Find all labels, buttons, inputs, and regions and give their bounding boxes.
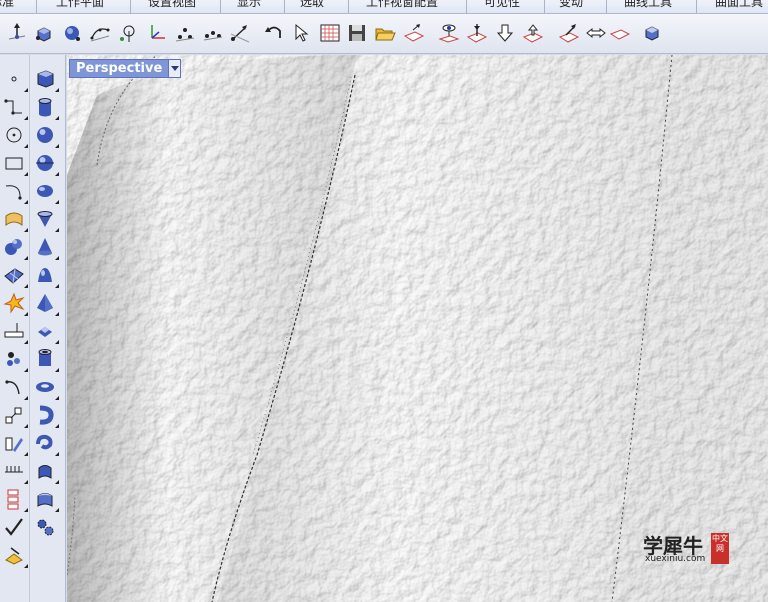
mesh-icon[interactable]: [2, 263, 28, 288]
tab-divider: [284, 0, 285, 13]
tab-transform[interactable]: 变动: [559, 0, 583, 9]
tab-divider: [544, 0, 545, 13]
viewport-title-tab[interactable]: Perspective: [69, 59, 182, 78]
pyramid-solid-icon[interactable]: [33, 319, 59, 344]
toolbar-divider: [29, 55, 30, 602]
array-icon[interactable]: [2, 487, 28, 512]
left-toolbar: [0, 55, 66, 602]
tab-standard[interactable]: 标准: [0, 0, 14, 9]
tab-divider: [606, 0, 607, 13]
tab-set-view[interactable]: 设置视图: [148, 0, 196, 9]
tab-divider: [220, 0, 221, 13]
pipe-icon[interactable]: [33, 403, 59, 428]
group-icon[interactable]: [2, 347, 28, 372]
rectangle-icon[interactable]: [2, 151, 28, 176]
gear-icon[interactable]: [33, 515, 57, 539]
leather-surface-render: [67, 55, 768, 602]
left-right-icon[interactable]: [584, 21, 608, 45]
check-icon[interactable]: [2, 515, 26, 539]
tab-divider: [130, 0, 131, 13]
viewport-title[interactable]: Perspective: [70, 60, 169, 77]
tab-cplanes[interactable]: 工作平面: [56, 0, 104, 9]
torus-icon[interactable]: [33, 375, 59, 400]
point-icon[interactable]: [2, 67, 28, 92]
plane-small-icon[interactable]: [608, 21, 632, 45]
transform-icon[interactable]: [2, 403, 28, 428]
perspective-viewport[interactable]: Perspective: [67, 55, 768, 602]
eye-plane-icon[interactable]: [437, 21, 461, 45]
paint-icon[interactable]: [2, 543, 28, 568]
sphere-edit-icon[interactable]: [60, 21, 84, 45]
surface-icon[interactable]: [2, 207, 28, 232]
pyramid-icon[interactable]: [33, 291, 59, 316]
curve-edit-icon[interactable]: [88, 21, 112, 45]
watermark-logo: 学犀牛 xuexiniu.com 中文网: [643, 530, 733, 570]
tab-select[interactable]: 选取: [300, 0, 324, 9]
up-arrow-icon[interactable]: [521, 21, 545, 45]
fillet-icon[interactable]: [2, 375, 28, 400]
explode-icon[interactable]: [2, 291, 28, 316]
arrow-plane-icon[interactable]: [557, 21, 581, 45]
box-edit-icon[interactable]: [32, 21, 56, 45]
truncated-cone-icon[interactable]: [33, 263, 59, 288]
rhino-window: 标准 工作平面 设置视图 显示 选取 工作视窗配置 可见性 变动 曲线工具 曲面…: [0, 0, 768, 602]
tab-display[interactable]: 显示: [237, 0, 261, 9]
tab-viewport-layout[interactable]: 工作视窗配置: [366, 0, 438, 9]
move-icon[interactable]: [228, 21, 252, 45]
edit-icon[interactable]: [2, 431, 28, 456]
tab-divider: [466, 0, 467, 13]
down-arrow-icon[interactable]: [493, 21, 517, 45]
curve-icon[interactable]: [2, 179, 28, 204]
select-icon[interactable]: [290, 21, 314, 45]
sphere-icon[interactable]: [33, 123, 59, 148]
tab-divider: [696, 0, 697, 13]
plane-icon[interactable]: [402, 21, 426, 45]
tab-visibility[interactable]: 可见性: [484, 0, 520, 9]
dots-icon[interactable]: [173, 21, 197, 45]
watermark-seal: 中文网: [711, 533, 729, 564]
tab-divider: [36, 0, 37, 13]
rotate-edit-icon[interactable]: [116, 21, 140, 45]
box-icon[interactable]: [33, 67, 59, 92]
viewport-menu-chevron-down-icon[interactable]: [168, 60, 181, 77]
polyline-icon[interactable]: [2, 95, 28, 120]
undo-icon[interactable]: [262, 21, 286, 45]
dots-curve-icon[interactable]: [201, 21, 225, 45]
paraboloid-icon[interactable]: [33, 179, 59, 204]
tube-icon[interactable]: [33, 347, 59, 372]
cone-drop-icon[interactable]: [33, 207, 59, 232]
move-grid-icon[interactable]: [2, 459, 28, 484]
tab-divider: [348, 0, 349, 13]
dimension-icon[interactable]: [2, 319, 28, 344]
save-icon[interactable]: [345, 21, 369, 45]
solid-spheres-icon[interactable]: [2, 235, 28, 260]
tab-surface-tools[interactable]: 曲面工具: [715, 0, 763, 9]
cylinder-icon[interactable]: [33, 95, 59, 120]
watermark-url: xuexiniu.com: [645, 554, 706, 564]
main-toolbar: [0, 14, 768, 54]
extrude-surface-icon[interactable]: [33, 487, 59, 512]
extrude-icon[interactable]: [33, 459, 59, 484]
twist-icon[interactable]: [33, 431, 59, 456]
grid-icon[interactable]: [318, 21, 342, 45]
menu-tab-bar: 标准 工作平面 设置视图 显示 选取 工作视窗配置 可见性 变动 曲线工具 曲面…: [0, 0, 768, 14]
cube-icon[interactable]: [640, 21, 664, 45]
cone-icon[interactable]: [33, 235, 59, 260]
circle-icon[interactable]: [2, 123, 28, 148]
pin-icon[interactable]: [465, 21, 489, 45]
axis-icon[interactable]: [145, 21, 169, 45]
tab-curve-tools[interactable]: 曲线工具: [624, 0, 672, 9]
ellipsoid-icon[interactable]: [33, 151, 59, 176]
open-icon[interactable]: [373, 21, 397, 45]
point-edit-icon[interactable]: [5, 21, 29, 45]
